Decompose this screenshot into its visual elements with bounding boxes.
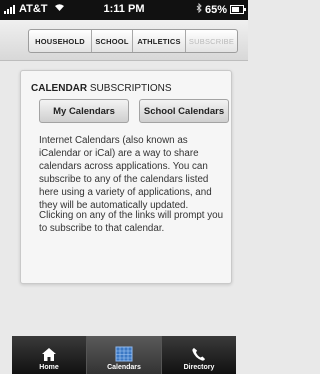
instruction-paragraph: Clicking on any of the links will prompt…: [39, 210, 224, 234]
card-title-rest: SUBSCRIPTIONS: [87, 83, 172, 94]
calendar-subscriptions-card: CALENDAR SUBSCRIPTIONS My Calendars Scho…: [20, 70, 232, 284]
my-calendars-button[interactable]: My Calendars: [39, 99, 129, 123]
tab-directory-label: Directory: [183, 364, 215, 371]
battery-icon: [230, 5, 246, 14]
status-right: 65%: [196, 2, 246, 16]
top-nav-bar: HOUSEHOLD SCHOOL ATHLETICS SUBSCRIBE: [0, 20, 248, 61]
card-title: CALENDAR SUBSCRIPTIONS: [31, 83, 172, 94]
battery-percent: 65%: [204, 3, 227, 16]
description-paragraph: Internet Calendars (also known as iCalen…: [39, 135, 212, 211]
tab-household[interactable]: HOUSEHOLD: [29, 30, 92, 52]
tab-school[interactable]: SCHOOL: [92, 30, 133, 52]
tab-athletics[interactable]: ATHLETICS: [133, 30, 186, 52]
tab-directory[interactable]: Directory: [162, 336, 236, 374]
tab-home-label: Home: [39, 364, 59, 371]
phone-icon: [192, 348, 205, 361]
bluetooth-icon: [196, 2, 202, 16]
tab-calendars[interactable]: Calendars: [86, 336, 162, 374]
calendar-icon: [115, 346, 133, 362]
card-title-bold: CALENDAR: [31, 83, 88, 94]
segmented-control: HOUSEHOLD SCHOOL ATHLETICS SUBSCRIBE: [28, 29, 238, 53]
home-icon: [42, 348, 56, 361]
tab-home[interactable]: Home: [12, 336, 86, 374]
status-bar: AT&T 1:11 PM 65%: [0, 0, 248, 20]
school-calendars-button[interactable]: School Calendars: [139, 99, 229, 123]
tab-calendars-label: Calendars: [107, 364, 141, 371]
bottom-tab-bar: Home Calendars Directory: [12, 336, 236, 374]
tab-subscribe: SUBSCRIBE: [188, 36, 235, 46]
